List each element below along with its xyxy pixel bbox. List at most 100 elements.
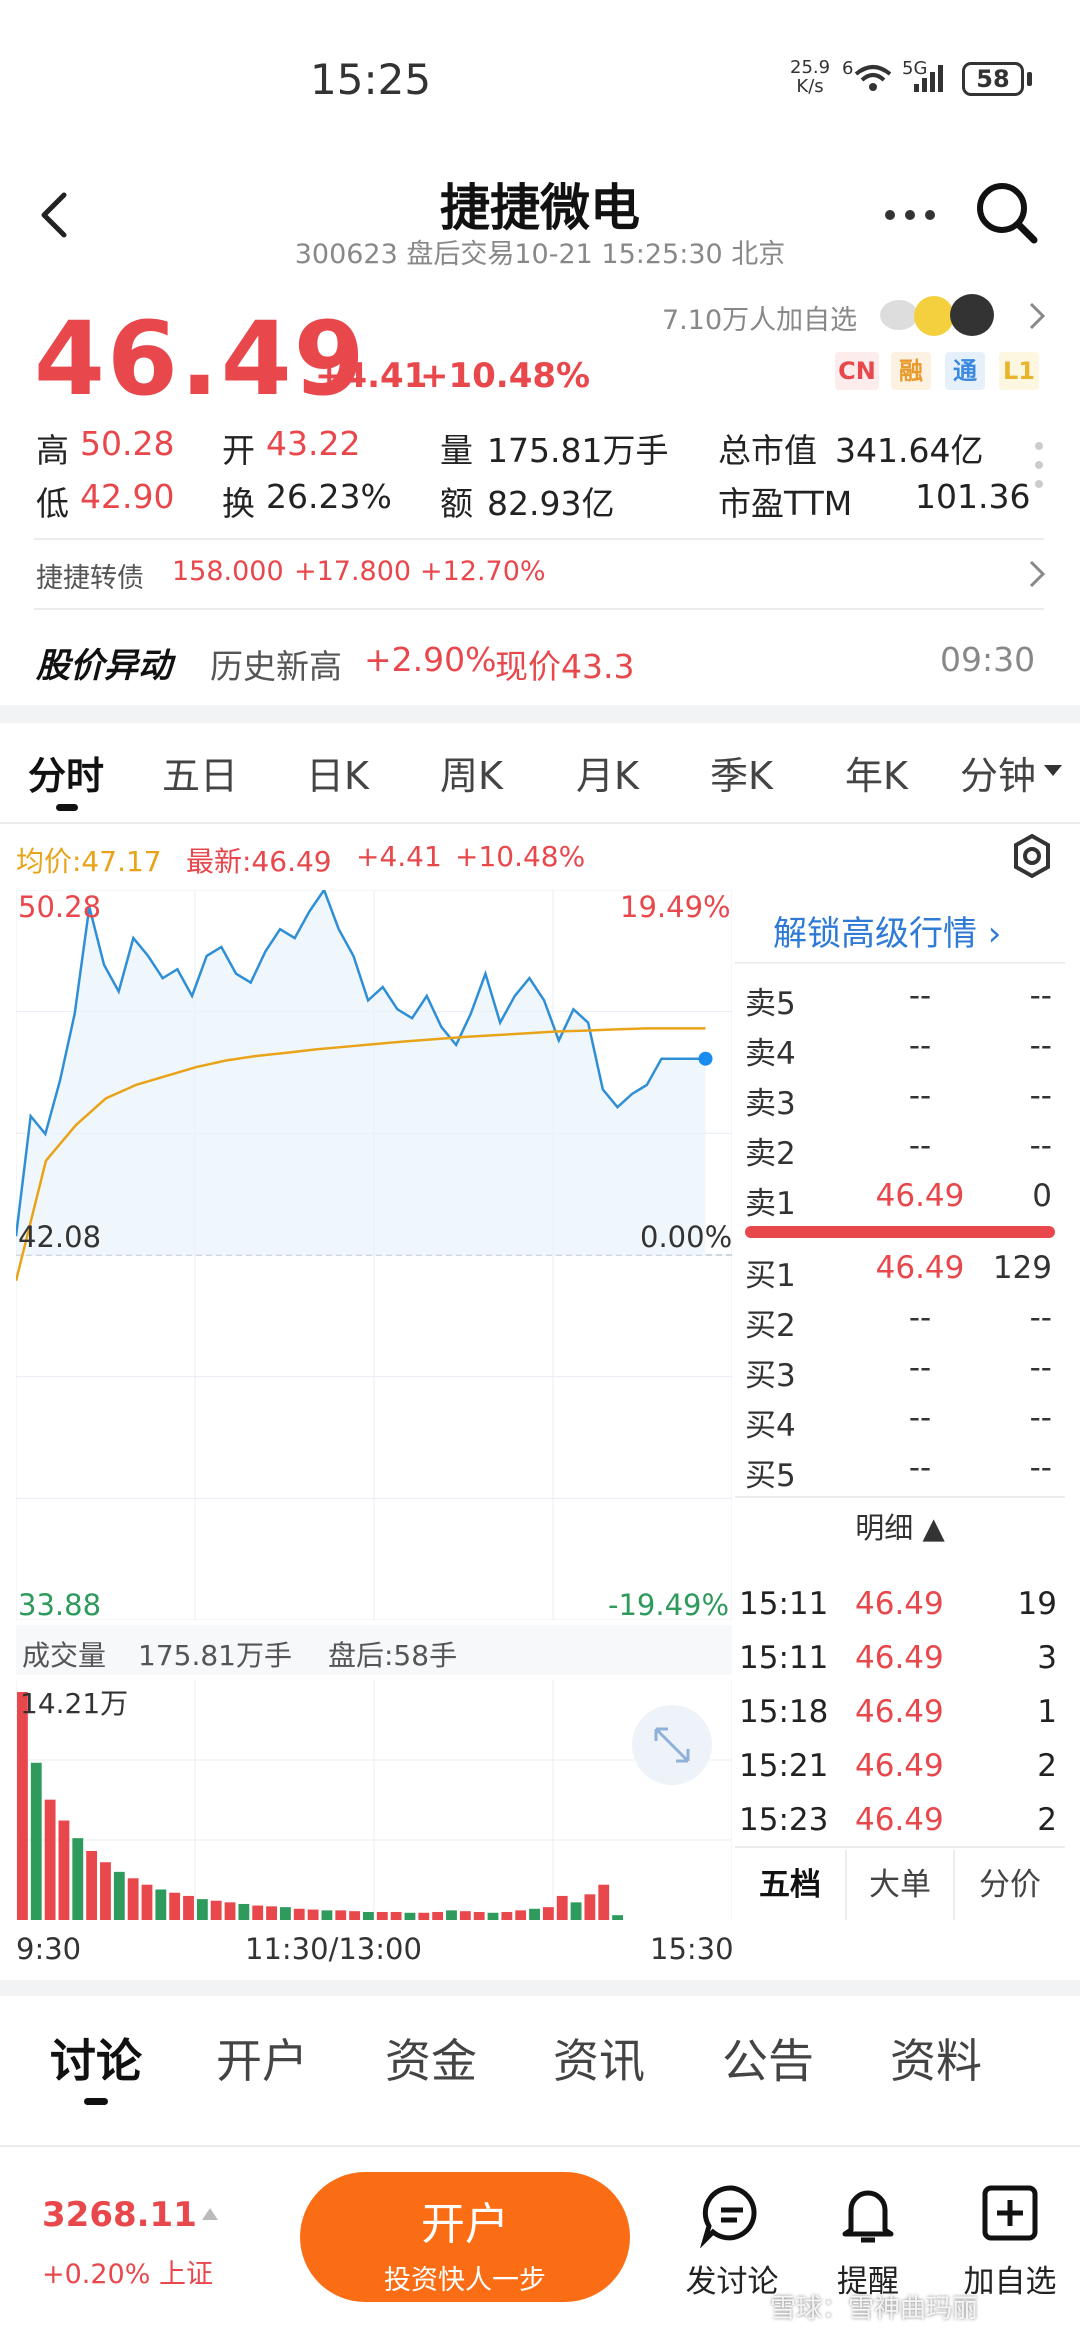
tick-volume: 3 — [1037, 1640, 1057, 1676]
bell-icon — [842, 2190, 894, 2243]
tab-funds[interactable]: 资金 — [385, 2025, 477, 2091]
section-gap — [0, 1980, 1080, 1996]
ask-volume: -- — [1029, 1128, 1052, 1164]
tick-volume: 2 — [1037, 1802, 1057, 1838]
mcap-value: 341.64亿 — [835, 431, 984, 470]
index-value[interactable]: 3268.11 — [42, 2195, 197, 2235]
net-speed: 25.9 K/s — [790, 58, 830, 96]
tick-row: 15:23 46.49 2 — [735, 1802, 1065, 1852]
volume-bar — [196, 1899, 208, 1920]
low-value: 42.90 — [80, 477, 175, 516]
battery-indicator: 58 — [962, 62, 1024, 96]
tab-daily-k[interactable]: 日K — [306, 745, 369, 800]
ask-price: 46.49 — [875, 1178, 965, 1214]
latest-price-label: 最新:46.49 — [186, 845, 332, 878]
more-button[interactable] — [880, 190, 940, 240]
tab-discussion[interactable]: 讨论 — [50, 2025, 142, 2091]
tab-news[interactable]: 资讯 — [553, 2025, 645, 2091]
ask-label: 卖2 — [745, 1136, 796, 1172]
ask-label: 卖5 — [745, 986, 796, 1022]
volume-bar — [238, 1903, 250, 1920]
volume-bar — [210, 1900, 222, 1920]
unlock-advanced-button[interactable]: 解锁高级行情 › — [735, 896, 1065, 964]
volume-bar — [390, 1911, 402, 1920]
wifi-icon — [854, 65, 892, 91]
axis-top-right: 19.49% — [620, 890, 731, 924]
volume-bar — [72, 1838, 84, 1920]
open-account-button[interactable]: 开户 投资快人一步 — [300, 2172, 630, 2302]
index-change: +0.20% 上证 — [42, 2259, 213, 2290]
tab-intraday[interactable]: 分时 — [28, 745, 104, 800]
badge-cn: CN — [835, 352, 879, 390]
reminder-button[interactable]: 提醒 — [808, 2180, 928, 2301]
search-button[interactable] — [972, 178, 1042, 248]
tick-row: 15:11 46.49 19 — [735, 1586, 1065, 1636]
tick-volume: 1 — [1037, 1694, 1057, 1730]
ask-volume: -- — [1029, 1078, 1052, 1114]
vertical-dots-icon[interactable] — [1032, 440, 1046, 490]
tick-volume: 19 — [1017, 1586, 1057, 1622]
tab-price-dist[interactable]: 分价 — [955, 1850, 1065, 1920]
net-speed-value: 25.9 — [790, 57, 831, 78]
bid-price: -- — [908, 1300, 932, 1336]
page-title: 捷捷微电 — [440, 179, 640, 237]
tab-profile[interactable]: 资料 — [890, 2025, 982, 2091]
bid-volume: -- — [1029, 1400, 1052, 1436]
convertible-bond-row[interactable]: 捷捷转债 158.000 +17.800 +12.70% — [0, 548, 1080, 598]
add-watchlist-button[interactable]: 加自选 — [950, 2180, 1070, 2301]
search-icon — [977, 183, 1038, 244]
ask-price: -- — [908, 1028, 932, 1064]
tab-minute[interactable]: 分钟 — [960, 745, 1036, 800]
intraday-price-chart[interactable] — [16, 890, 732, 1620]
tick-time: 15:18 — [739, 1694, 829, 1730]
time-axis-start: 9:30 — [16, 1932, 82, 1966]
bid-volume: -- — [1029, 1300, 1052, 1336]
tick-price: 46.49 — [855, 1802, 944, 1838]
tab-five-day[interactable]: 五日 — [162, 745, 238, 800]
status-time: 15:25 — [310, 55, 432, 104]
avatar — [950, 294, 994, 336]
price-alert-row[interactable]: 股价异动 历史新高 +2.90% 现价43.3 09:30 — [0, 618, 1080, 702]
tick-time: 15:23 — [739, 1802, 829, 1838]
volume-bar — [473, 1911, 485, 1920]
volume-bar — [30, 1762, 42, 1920]
settings-gear-icon[interactable] — [1008, 832, 1056, 880]
bid-volume: 129 — [992, 1250, 1052, 1286]
volume-bar — [100, 1862, 111, 1920]
back-button[interactable] — [30, 180, 80, 250]
tab-account[interactable]: 开户 — [216, 2025, 308, 2091]
tab-monthly-k[interactable]: 月K — [576, 745, 639, 800]
spread-bar — [745, 1226, 1055, 1238]
volume-bar — [307, 1909, 319, 1920]
tab-weekly-k[interactable]: 周K — [440, 745, 503, 800]
follower-avatars — [880, 292, 1005, 336]
amount-label: 额 — [440, 484, 473, 523]
tab-announcements[interactable]: 公告 — [722, 2025, 814, 2091]
post-discussion-button[interactable]: 发讨论 — [672, 2180, 792, 2301]
volume-bar — [113, 1871, 125, 1920]
detail-toggle[interactable]: 明细 ▲ — [735, 1505, 1065, 1547]
tab-yearly-k[interactable]: 年K — [845, 745, 908, 800]
signal-icon — [914, 65, 943, 92]
volume-bar — [376, 1911, 388, 1920]
volume-bar — [58, 1820, 70, 1920]
bond-change: +17.800 — [294, 556, 412, 587]
volume-bar — [266, 1906, 277, 1920]
volume-bar — [141, 1884, 153, 1920]
page-subtitle: 300623 盘后交易10-21 15:25:30 北京 — [294, 239, 786, 270]
ask-price: -- — [908, 1128, 932, 1164]
divider — [735, 1496, 1065, 1498]
tab-large-orders[interactable]: 大单 — [845, 1850, 955, 1920]
latest-pct: +10.48% — [455, 840, 586, 873]
tick-price: 46.49 — [855, 1748, 944, 1784]
tab-quarterly-k[interactable]: 季K — [710, 745, 773, 800]
divider — [0, 822, 1080, 824]
stats-grid: 高 50.28 开 43.22 量 175.81万手 总市值 341.64亿 低… — [0, 420, 1080, 530]
open-label: 开 — [222, 431, 255, 470]
high-label: 高 — [36, 431, 69, 470]
watermark: 雪球：雪神曲玛丽 — [770, 2294, 979, 2324]
followers-count[interactable]: 7.10万人加自选 — [662, 298, 857, 337]
tab-five-levels[interactable]: 五档 — [735, 1850, 845, 1920]
expand-button[interactable] — [632, 1705, 712, 1785]
price-change-pct: +10.48% — [420, 356, 591, 396]
